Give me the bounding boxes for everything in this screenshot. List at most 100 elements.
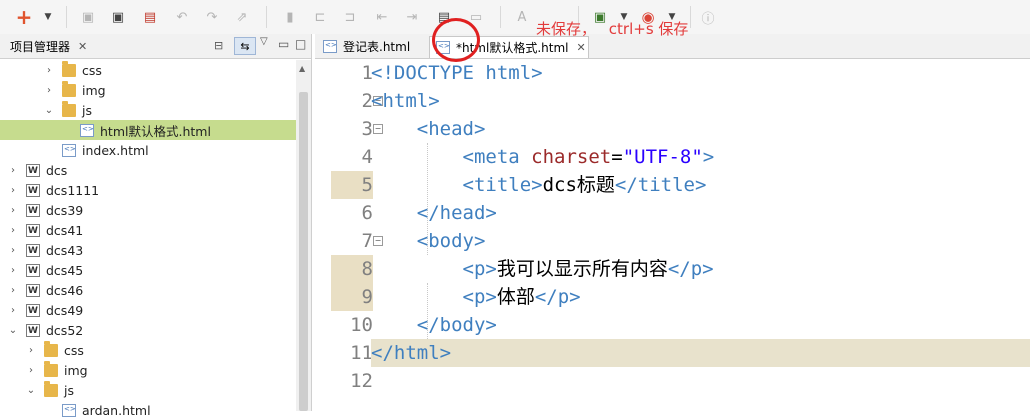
folder-icon	[44, 361, 58, 377]
new-file-plus-icon[interactable]: +	[14, 5, 34, 29]
tab-register-form[interactable]: 登记表.html	[319, 36, 429, 57]
line-number: 9	[331, 283, 373, 311]
code-line[interactable]: <meta charset="UTF-8">	[371, 143, 715, 171]
code-token: </title>	[614, 174, 707, 196]
font-increase-icon[interactable]: A	[512, 7, 532, 27]
code-token: <html>	[371, 90, 440, 112]
scrollbar-thumb[interactable]	[299, 92, 308, 411]
tree-item[interactable]: › img	[0, 80, 296, 100]
tree-item[interactable]: › Wdcs49	[0, 300, 296, 320]
tree-item[interactable]: ⌄ js	[0, 380, 296, 400]
new-dropdown-chevron-icon[interactable]: ▼	[38, 7, 58, 27]
tree-item[interactable]: › Wdcs46	[0, 280, 296, 300]
web-project-icon: W	[26, 324, 40, 337]
save-as-icon[interactable]: ▤	[140, 7, 160, 27]
code-line[interactable]: <p>我可以显示所有内容</p>	[371, 255, 714, 283]
code-token: 体部	[496, 286, 535, 308]
tree-item[interactable]: html默认格式.html	[0, 120, 296, 140]
chevron-right-icon[interactable]: ›	[26, 364, 36, 376]
tree-item[interactable]: › Wdcs1111	[0, 180, 296, 200]
code-line[interactable]: </html>	[371, 339, 1030, 367]
chevron-right-icon[interactable]: ›	[26, 344, 36, 356]
tab-label: 登记表.html	[343, 40, 411, 54]
tree-item[interactable]: › img	[0, 360, 296, 380]
explorer-scrollbar[interactable]: ▲	[296, 60, 311, 411]
tree-item-label: dcs52	[46, 322, 84, 338]
chevron-right-icon[interactable]: ›	[8, 284, 18, 296]
undo-icon[interactable]: ↶	[172, 7, 192, 27]
goto-icon[interactable]: ⊏	[310, 7, 330, 27]
step-in-icon[interactable]: ⇤	[372, 7, 392, 27]
tree-item-label: dcs45	[46, 262, 84, 278]
line-number: 6	[361, 202, 373, 224]
tree-item-label: dcs	[46, 162, 68, 178]
tree-item[interactable]: ardan.html	[0, 400, 296, 420]
code-line[interactable]: <!DOCTYPE html>	[371, 59, 543, 87]
close-tab-icon[interactable]: ✕	[576, 41, 585, 54]
chevron-right-icon[interactable]: ›	[8, 264, 18, 276]
code-line[interactable]: <title>dcs标题</title>	[371, 171, 707, 199]
chevron-right-icon[interactable]: ›	[8, 164, 18, 176]
close-icon[interactable]: ✕	[78, 40, 87, 53]
chevron-right-icon[interactable]: ›	[44, 64, 54, 76]
redo-icon[interactable]: ↷	[202, 7, 222, 27]
tree-item[interactable]: › Wdcs39	[0, 200, 296, 220]
tree-item[interactable]: ⌄ js	[0, 100, 296, 120]
step-out-icon[interactable]: ⇥	[402, 7, 422, 27]
line-number: 8	[331, 255, 373, 283]
chevron-right-icon[interactable]: ›	[8, 244, 18, 256]
tree-item[interactable]: › Wdcs43	[0, 240, 296, 260]
code-area[interactable]: <!DOCTYPE html> <html> <head> <meta chars…	[371, 59, 1030, 411]
web-project-icon: W	[26, 304, 40, 317]
html-file-icon	[80, 124, 94, 137]
export-icon[interactable]: ⊐	[340, 7, 360, 27]
chevron-down-icon[interactable]: ⌄	[26, 384, 36, 396]
web-project-icon: W	[26, 184, 40, 197]
chevron-right-icon[interactable]: ›	[44, 84, 54, 96]
code-line[interactable]: </head>	[371, 199, 497, 227]
chevron-right-icon[interactable]: ›	[8, 224, 18, 236]
collapse-all-icon[interactable]: ⊟	[214, 39, 223, 52]
code-token: </html>	[371, 342, 452, 364]
tree-item[interactable]: › css	[0, 340, 296, 360]
code-line[interactable]: <p>体部</p>	[371, 283, 581, 311]
format-icon[interactable]: ⇗	[232, 7, 252, 27]
chevron-right-icon[interactable]: ›	[8, 304, 18, 316]
tree-item[interactable]: › css	[0, 60, 296, 80]
link-editor-icon[interactable]: ⇆	[234, 37, 256, 55]
tree-item[interactable]: index.html	[0, 140, 296, 160]
tree-item[interactable]: ⌄ Wdcs52	[0, 320, 296, 340]
code-token: <title>	[462, 174, 543, 196]
view-menu-icon[interactable]: ▽	[260, 36, 268, 47]
web-project-icon: W	[26, 204, 40, 217]
code-editor: 登记表.html *html默认格式.html ✕ 12−3−4567−8910…	[315, 34, 1030, 411]
explorer-header: 项目管理器 ✕ ⊟ ⇆ ▽ ▭ □	[0, 34, 311, 59]
code-token: "UTF-8"	[622, 146, 703, 168]
maximize-icon[interactable]: □	[295, 37, 306, 51]
code-line[interactable]: </body>	[371, 311, 497, 339]
code-line[interactable]: <html>	[371, 87, 440, 115]
tree-item-label: dcs49	[46, 302, 84, 318]
html-file-icon	[323, 40, 337, 53]
save-annotation: 未保存， ctrl+s 保存	[536, 18, 688, 39]
tree-item[interactable]: › Wdcs41	[0, 220, 296, 240]
chevron-down-icon[interactable]: ⌄	[44, 104, 54, 116]
explorer-tab[interactable]: 项目管理器 ✕	[4, 36, 93, 56]
tree-item[interactable]: › Wdcs	[0, 160, 296, 180]
unsaved-indicator-circle	[432, 18, 480, 62]
code-line[interactable]: <head>	[371, 115, 486, 143]
save-all-icon[interactable]: ▣	[108, 7, 128, 27]
info-icon[interactable]: ⓘ	[698, 7, 718, 27]
bookmark-icon[interactable]: ▮	[280, 7, 300, 27]
chevron-right-icon[interactable]: ›	[8, 204, 18, 216]
code-token: charset	[531, 146, 612, 168]
tree-item[interactable]: › Wdcs45	[0, 260, 296, 280]
chevron-right-icon[interactable]: ›	[8, 184, 18, 196]
minimize-icon[interactable]: ▭	[278, 37, 289, 51]
code-line[interactable]: <body>	[371, 227, 486, 255]
chevron-down-icon[interactable]: ⌄	[8, 324, 18, 336]
code-token: </head>	[416, 202, 497, 224]
save-icon[interactable]: ▣	[78, 7, 98, 27]
